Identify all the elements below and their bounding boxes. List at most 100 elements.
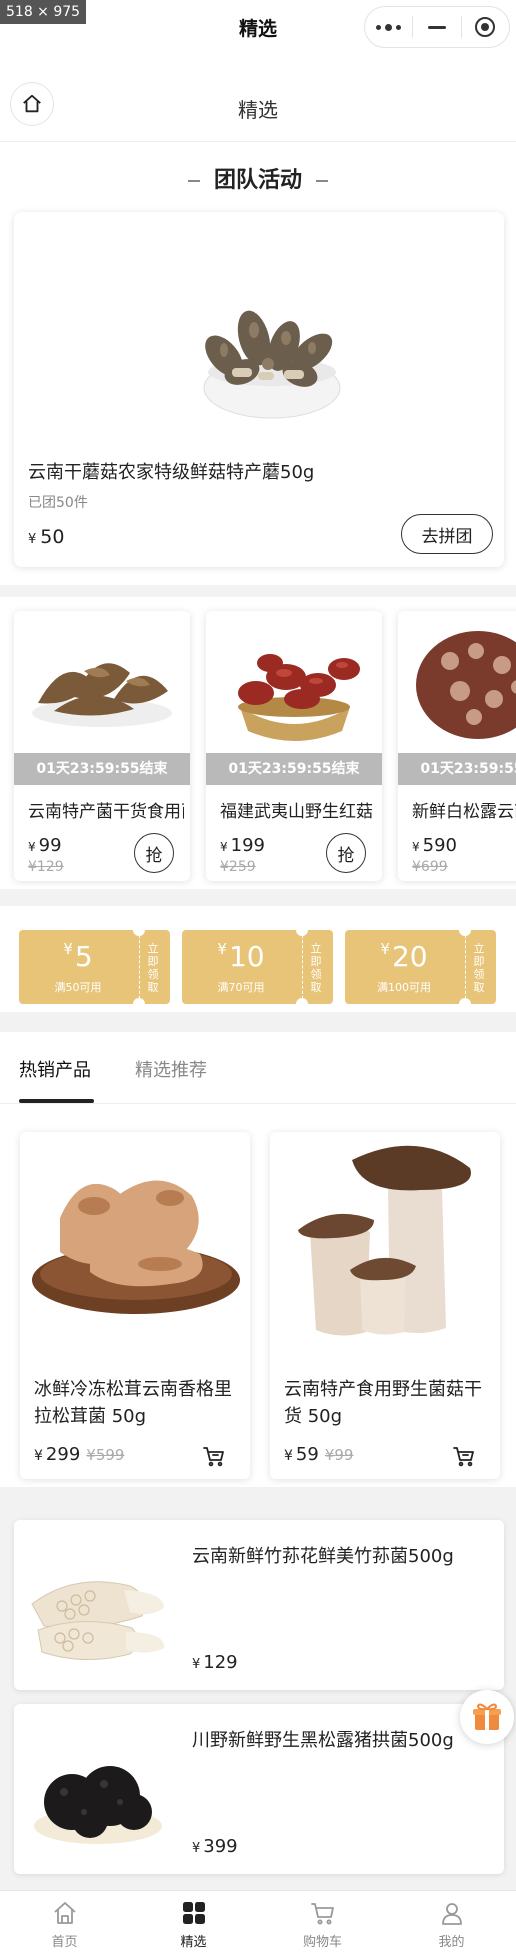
minimize-icon	[427, 25, 446, 29]
gift-icon	[473, 1703, 501, 1730]
currency-symbol: ¥	[28, 840, 36, 854]
grid-icon	[182, 1902, 205, 1924]
list-product-name: 云南新鲜竹荪花鲜美竹荪菌500g	[192, 1546, 454, 1567]
product-tabs: 热销产品 精选推荐	[0, 1032, 516, 1104]
porcini-image	[270, 1132, 500, 1352]
coupon-claim-label: 立即领取	[473, 942, 485, 994]
more-dots-icon	[376, 23, 402, 31]
price-value: 590	[422, 835, 457, 856]
heading-dash	[316, 180, 328, 182]
bamboo-fungus-image	[14, 1520, 184, 1690]
dried-mushroom-image	[14, 611, 190, 753]
tab-featured-label: 精选	[180, 1935, 207, 1950]
tab-profile[interactable]: 我的	[387, 1891, 516, 1953]
flash-sale-card[interactable]: 01天23:59:55结束 福建武夷山野生红菇 ¥199 ¥259 抢	[206, 611, 382, 881]
team-product-card[interactable]: 云南干蘑菇农家特级鲜菇特产蘑50g 已团50件 ¥50 去拼团	[14, 212, 504, 567]
flash-sale-original-price: ¥699	[412, 859, 448, 875]
currency-symbol: ¥	[28, 532, 37, 547]
hot-products-section: 热销产品 精选推荐 冰鲜冷冻松茸云南香格里 拉松茸菌 50g ¥299 ¥599	[0, 1032, 516, 1487]
tab-home-label: 首页	[51, 1935, 78, 1950]
page: 518 × 975 精选 精选 团队活动 云南干蘑菇农家特级鲜菇特产蘑50g 已…	[0, 0, 516, 1953]
tab-hot-products[interactable]: 热销产品	[19, 1056, 91, 1082]
home-icon	[53, 1902, 76, 1924]
screenshot-size-label: 518 × 975	[0, 0, 87, 24]
currency-symbol: ¥	[220, 840, 228, 854]
red-mushroom-image	[206, 611, 382, 753]
capsule-menu	[364, 6, 510, 48]
list-product-card[interactable]: 川野新鲜野生黑松露猪拱菌500g ¥399	[14, 1704, 504, 1874]
coupon-claim-label: 立即领取	[310, 942, 322, 994]
coupon-section: ¥5 满50可用 立即领取 ¥10 满70可用 立即领取 ¥20 满100可用 …	[0, 906, 516, 1012]
flash-sale-original-price: ¥259	[220, 859, 256, 875]
join-group-button[interactable]: 去拼团	[401, 514, 493, 554]
grab-button[interactable]: 抢	[134, 833, 174, 873]
tab-recommended[interactable]: 精选推荐	[135, 1056, 207, 1082]
add-to-cart-icon[interactable]	[202, 1444, 226, 1468]
hot-product-original-price: ¥99	[324, 1446, 354, 1464]
flash-sale-card[interactable]: 01天23:59:55结束 新鲜白松露云南 ¥590 ¥699 抢	[398, 611, 516, 881]
tab-home[interactable]: 首页	[0, 1891, 129, 1953]
coupon-divider	[465, 930, 466, 1004]
hot-product-price: ¥299 ¥599	[34, 1444, 124, 1465]
flash-sale-price: ¥99	[28, 835, 62, 856]
hot-product-price: ¥59 ¥99	[284, 1444, 353, 1465]
team-activity-heading: 团队活动	[0, 162, 516, 194]
minimize-button[interactable]	[413, 7, 460, 47]
active-tab-indicator	[19, 1099, 94, 1103]
list-product-price: ¥399	[192, 1836, 238, 1857]
team-activity-title: 团队活动	[213, 168, 302, 193]
more-button[interactable]	[365, 7, 412, 47]
tab-cart[interactable]: 购物车	[258, 1891, 387, 1953]
price-value: 129	[203, 1652, 238, 1673]
list-product-name: 川野新鲜野生黑松露猪拱菌500g	[192, 1730, 454, 1751]
coupon-amount: 5	[74, 940, 93, 973]
team-product-name: 云南干蘑菇农家特级鲜菇特产蘑50g	[28, 462, 315, 483]
black-truffle-image	[14, 1704, 184, 1874]
tab-featured[interactable]: 精选	[129, 1891, 258, 1953]
flash-sale-timer: 01天23:59:55结束	[14, 753, 190, 785]
flash-sale-card[interactable]: 01天23:59:55结束 云南特产菌干货食用菌 ¥99 ¥129 抢	[14, 611, 190, 881]
page-title: 精选	[238, 98, 278, 122]
add-to-cart-icon[interactable]	[452, 1444, 476, 1468]
list-product-price: ¥129	[192, 1652, 238, 1673]
hot-product-card[interactable]: 冰鲜冷冻松茸云南香格里 拉松茸菌 50g ¥299 ¥599	[20, 1132, 250, 1479]
currency-symbol: ¥	[192, 1841, 201, 1856]
cart-icon	[310, 1903, 334, 1925]
white-truffle-image	[398, 611, 516, 753]
price-value: 299	[45, 1444, 81, 1465]
grab-button[interactable]: 抢	[326, 833, 366, 873]
coupon-divider	[139, 930, 140, 1004]
price-value: 399	[203, 1836, 238, 1857]
currency-symbol: ¥	[192, 1657, 201, 1672]
flash-sale-name: 新鲜白松露云南	[412, 802, 516, 822]
morel-mushroom-image	[203, 310, 341, 419]
flash-sale-price: ¥199	[220, 835, 265, 856]
coupon-amount: 10	[228, 940, 265, 973]
gift-button[interactable]	[460, 1690, 514, 1744]
coupon-claim-label: 立即领取	[147, 942, 159, 994]
team-activity-section: 团队活动 云南干蘑菇农家特级鲜菇特产蘑50g 已团50件 ¥ 50 去拼团	[0, 142, 516, 585]
flash-sale-timer: 01天23:59:55结束	[398, 753, 516, 785]
currency-symbol: ¥	[63, 940, 73, 958]
hot-product-card[interactable]: 云南特产食用野生菌菇干 货 50g ¥59 ¥99	[270, 1132, 500, 1479]
coupon[interactable]: ¥20 满100可用 立即领取	[345, 930, 496, 1004]
flash-sale-timer: 01天23:59:55结束	[206, 753, 382, 785]
coupon[interactable]: ¥10 满70可用 立即领取	[182, 930, 333, 1004]
bottom-tab-bar: 首页 精选 购物车 我的	[0, 1890, 516, 1953]
close-button[interactable]	[462, 7, 509, 47]
price-value: 50	[40, 526, 65, 548]
hot-product-name: 云南特产食用野生菌菇干 货 50g	[284, 1379, 482, 1427]
price-value: 199	[230, 835, 265, 856]
flash-sale-original-price: ¥129	[28, 859, 64, 875]
nav-bar: 精选	[0, 56, 516, 142]
coupon[interactable]: ¥5 满50可用 立即领取	[19, 930, 170, 1004]
currency-symbol: ¥	[217, 940, 227, 958]
flash-sale-section: 01天23:59:55结束 云南特产菌干货食用菌 ¥99 ¥129 抢 01天2…	[0, 597, 516, 889]
coupon-condition: 满70可用	[217, 981, 265, 994]
currency-symbol: ¥	[380, 940, 390, 958]
list-product-card[interactable]: 云南新鲜竹荪花鲜美竹荪菌500g ¥129	[14, 1520, 504, 1690]
coupon-value: ¥20	[345, 940, 463, 973]
hot-product-original-price: ¥599	[86, 1446, 125, 1464]
target-icon	[475, 17, 496, 37]
flash-sale-name: 云南特产菌干货食用菌	[28, 802, 184, 822]
